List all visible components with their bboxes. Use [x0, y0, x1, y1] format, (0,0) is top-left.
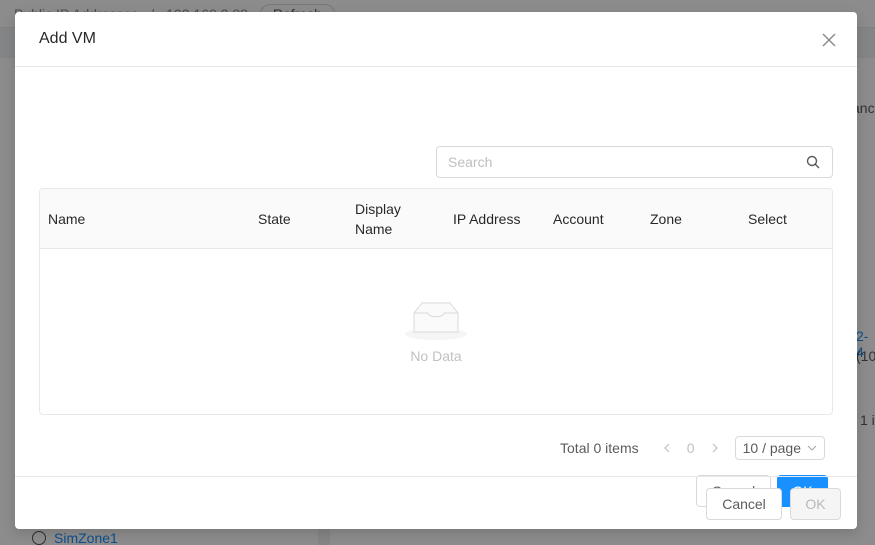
page-size-value: 10 / page	[742, 440, 801, 456]
chevron-right-icon	[712, 443, 718, 453]
page-size-select[interactable]: 10 / page	[734, 436, 825, 460]
column-header-ip-address: IP Address	[453, 211, 521, 227]
modal-header: Add VM	[15, 12, 857, 67]
pagination-total: Total 0 items	[560, 440, 639, 456]
add-vm-modal: Add VM Name State Display Name IP Addres…	[15, 12, 857, 529]
pagination: Total 0 items 0 10 / page	[560, 436, 825, 460]
footer-cancel-button[interactable]: Cancel	[706, 488, 782, 520]
vm-table: Name State Display Name IP Address Accou…	[39, 188, 833, 415]
pagination-prev-button[interactable]	[655, 436, 679, 460]
modal-body: Name State Display Name IP Address Accou…	[15, 67, 857, 507]
column-header-zone: Zone	[650, 211, 682, 227]
table-header: Name State Display Name IP Address Accou…	[40, 189, 832, 249]
empty-text: No Data	[410, 348, 462, 364]
column-header-state: State	[258, 211, 291, 227]
pagination-current-page[interactable]: 0	[679, 440, 703, 456]
column-header-select: Select	[748, 211, 787, 227]
search-box[interactable]	[436, 146, 833, 178]
column-header-name: Name	[48, 211, 86, 227]
modal-footer: Cancel OK	[15, 476, 857, 529]
empty-state: No Data	[40, 249, 832, 414]
close-icon	[822, 33, 836, 47]
chevron-down-icon	[807, 445, 817, 451]
search-input[interactable]	[448, 154, 805, 170]
column-header-account: Account	[553, 211, 604, 227]
column-header-display-name: Display Name	[355, 201, 401, 237]
search-icon[interactable]	[805, 154, 821, 170]
close-button[interactable]	[817, 28, 841, 52]
pagination-next-button[interactable]	[703, 436, 727, 460]
modal-title: Add VM	[39, 30, 96, 47]
chevron-left-icon	[663, 443, 670, 453]
footer-ok-button[interactable]: OK	[790, 488, 841, 520]
empty-inbox-icon	[405, 302, 467, 340]
